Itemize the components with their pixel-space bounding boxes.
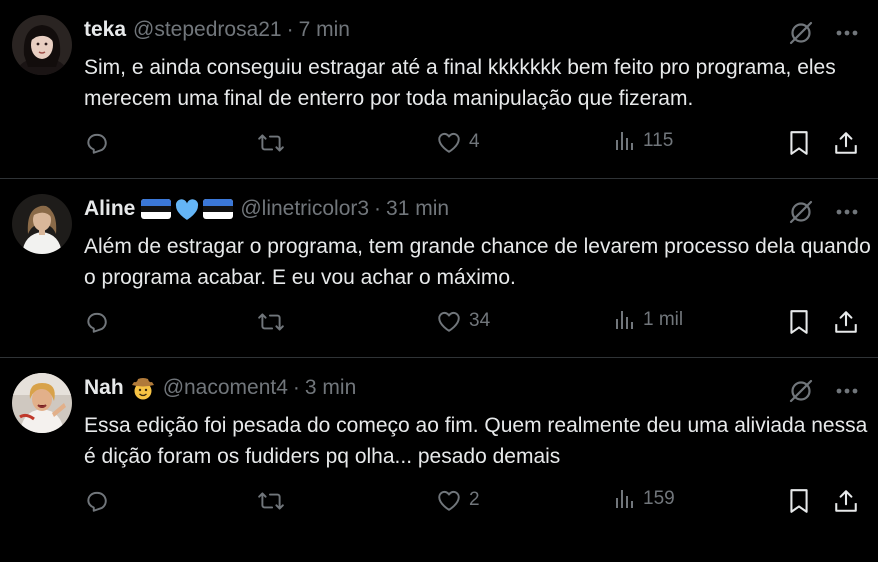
- retweet-icon: [258, 313, 284, 331]
- like-button[interactable]: 34: [436, 309, 490, 333]
- display-name[interactable]: Nah: [84, 376, 124, 400]
- tweet[interactable]: Nah @nacoment4 · 3 min Essa edição foi p…: [0, 358, 878, 536]
- reply-feed: teka @stepedrosa21 · 7 min Sim, e ainda …: [0, 0, 878, 562]
- like-button[interactable]: 4: [436, 130, 480, 154]
- view-count: 115: [643, 130, 674, 151]
- bookmark-icon: [790, 489, 808, 513]
- reply-button[interactable]: [84, 488, 110, 514]
- retweet-button[interactable]: [257, 130, 285, 156]
- grok-slash-icon[interactable]: [788, 199, 814, 225]
- action-bar: 2 159: [84, 488, 858, 514]
- share-button[interactable]: [834, 130, 858, 156]
- user-handle[interactable]: @stepedrosa21: [133, 18, 282, 42]
- timestamp[interactable]: 31 min: [386, 197, 449, 221]
- retweet-button[interactable]: [257, 309, 285, 335]
- reply-button[interactable]: [84, 130, 110, 156]
- more-dots-icon[interactable]: [836, 209, 858, 215]
- views-bar-icon: [616, 311, 633, 329]
- bookmark-icon: [790, 310, 808, 334]
- view-count: 1 mil: [643, 309, 684, 330]
- share-button[interactable]: [834, 488, 858, 514]
- timestamp[interactable]: 7 min: [299, 18, 350, 42]
- share-icon: [835, 311, 857, 333]
- action-bar: 4 115: [84, 130, 858, 156]
- action-bar: 34 1 mil: [84, 309, 858, 335]
- avatar[interactable]: [12, 194, 72, 254]
- views-button[interactable]: 115: [614, 130, 673, 152]
- like-button[interactable]: 2: [436, 488, 480, 512]
- reply-icon: [87, 133, 107, 154]
- heart-icon: [438, 311, 460, 332]
- views-bar-icon: [616, 132, 633, 150]
- more-dots-icon[interactable]: [836, 388, 858, 394]
- separator-dot: ·: [292, 376, 300, 399]
- tweet-header: Aline @linetricolor3 · 31 min: [84, 193, 858, 225]
- share-icon: [835, 490, 857, 512]
- share-button[interactable]: [834, 309, 858, 335]
- views-button[interactable]: 159: [614, 488, 675, 510]
- like-count: 4: [469, 131, 480, 152]
- display-name[interactable]: Aline: [84, 197, 135, 221]
- retweet-icon: [258, 492, 284, 510]
- view-count: 159: [643, 488, 675, 509]
- reply-button[interactable]: [84, 309, 110, 335]
- user-handle[interactable]: @linetricolor3: [240, 197, 369, 221]
- tweet-header: Nah @nacoment4 · 3 min: [84, 372, 858, 404]
- estonia-flag-icon: [203, 199, 234, 219]
- bookmark-icon: [790, 131, 808, 155]
- tweet[interactable]: teka @stepedrosa21 · 7 min Sim, e ainda …: [0, 0, 878, 179]
- separator-dot: ·: [374, 197, 382, 220]
- more-dots-icon[interactable]: [836, 30, 858, 36]
- user-handle[interactable]: @nacoment4: [163, 376, 288, 400]
- heart-icon: [438, 132, 460, 153]
- blue-heart-icon: [176, 199, 199, 220]
- tweet-text: Essa edição foi pesada do começo ao fim.…: [84, 414, 868, 468]
- views-bar-icon: [616, 490, 633, 508]
- timestamp[interactable]: 3 min: [305, 376, 356, 400]
- display-name[interactable]: teka: [84, 18, 126, 42]
- tweet-header: teka @stepedrosa21 · 7 min: [84, 14, 858, 46]
- avatar[interactable]: [12, 373, 72, 433]
- share-icon: [835, 132, 857, 154]
- separator-dot: ·: [286, 18, 294, 41]
- grok-slash-icon[interactable]: [788, 378, 814, 404]
- bookmark-button[interactable]: [788, 488, 810, 514]
- bookmark-button[interactable]: [788, 130, 810, 156]
- name-emoji: [141, 197, 234, 221]
- retweet-icon: [258, 134, 284, 152]
- reply-icon: [87, 312, 107, 333]
- views-button[interactable]: 1 mil: [614, 309, 683, 331]
- estonia-flag-icon: [141, 199, 172, 219]
- cowboy-face-icon: [131, 378, 154, 400]
- heart-icon: [438, 490, 460, 511]
- reply-icon: [87, 491, 107, 512]
- tweet[interactable]: Aline @linetricolor3 · 31 min Além de es: [0, 179, 878, 358]
- name-emoji: [130, 375, 156, 401]
- like-count: 2: [469, 489, 480, 510]
- like-count: 34: [469, 310, 491, 331]
- tweet-text: Sim, e ainda conseguiu estragar até a fi…: [84, 56, 836, 110]
- bookmark-button[interactable]: [788, 309, 810, 335]
- retweet-button[interactable]: [257, 488, 285, 514]
- avatar[interactable]: [12, 15, 72, 75]
- tweet-text: Além de estragar o programa, tem grande …: [84, 235, 871, 289]
- grok-slash-icon[interactable]: [788, 20, 814, 46]
